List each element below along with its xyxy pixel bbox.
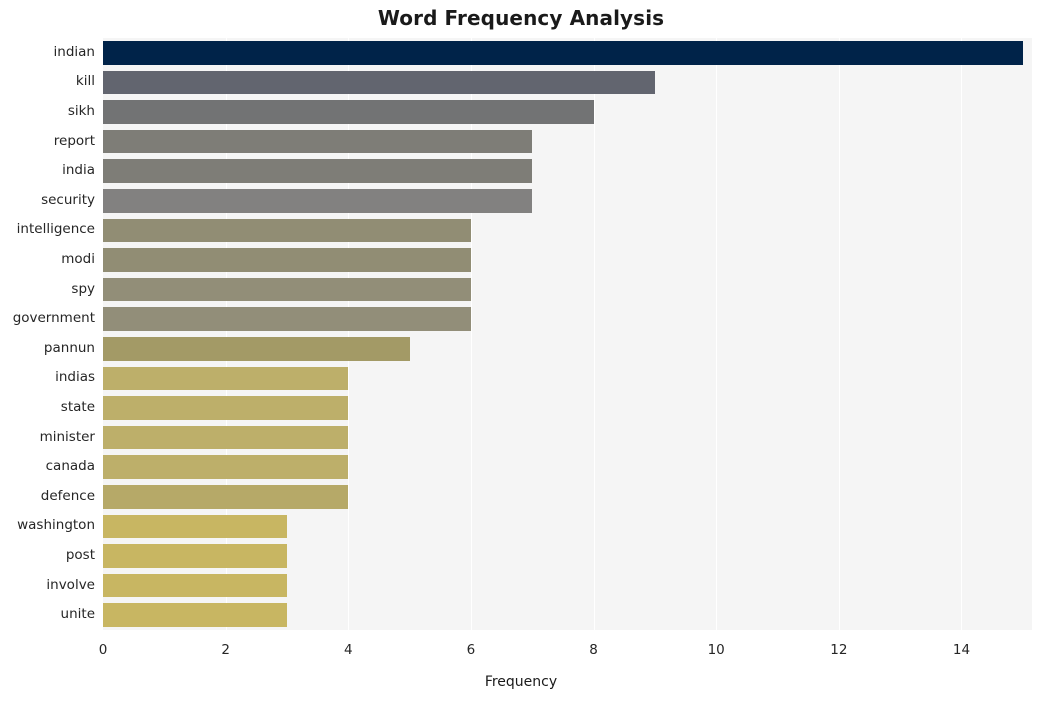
bar-row bbox=[103, 38, 1032, 68]
y-tick-label-indian: indian bbox=[53, 43, 95, 60]
bar-row bbox=[103, 186, 1032, 216]
y-tick-label-kill: kill bbox=[75, 73, 95, 90]
y-tick-label-post: post bbox=[65, 547, 95, 563]
bar-indias[interactable] bbox=[103, 366, 349, 391]
bar-row bbox=[103, 452, 1032, 482]
bar-india[interactable] bbox=[103, 159, 533, 183]
bar-sikh[interactable] bbox=[103, 100, 594, 124]
y-tick-label-unite: unite bbox=[60, 606, 95, 623]
bar-row bbox=[103, 216, 1032, 246]
bar-row bbox=[103, 97, 1032, 127]
y-tick-label-sikh: sikh bbox=[67, 103, 95, 119]
bar-row bbox=[103, 364, 1032, 394]
bar-row bbox=[103, 127, 1032, 157]
bar-spy[interactable] bbox=[103, 277, 471, 302]
bar-row bbox=[103, 571, 1032, 601]
y-tick-label-india: india bbox=[62, 162, 95, 179]
bar-involve[interactable] bbox=[103, 573, 287, 598]
bar-row bbox=[103, 482, 1032, 512]
bar-row bbox=[103, 512, 1032, 542]
y-tick-label-state: state bbox=[60, 399, 95, 415]
bar-state[interactable] bbox=[103, 396, 349, 420]
bar-modi[interactable] bbox=[103, 248, 471, 272]
bar-row bbox=[103, 275, 1032, 305]
bar-canada[interactable] bbox=[103, 455, 349, 479]
y-tick-label-intelligence: intelligence bbox=[16, 221, 95, 238]
x-tick-label-2: 2 bbox=[221, 642, 230, 658]
bar-defence[interactable] bbox=[103, 485, 349, 509]
x-tick-label-10: 10 bbox=[707, 642, 725, 658]
bar-government[interactable] bbox=[103, 307, 471, 331]
bar-row bbox=[103, 600, 1032, 630]
y-axis: indian kill sikh report india security intelli… bbox=[0, 38, 95, 630]
bar-row bbox=[103, 245, 1032, 275]
chart-title: Word Frequency Analysis bbox=[377, 6, 665, 30]
x-axis: 0 2 4 6 8 10 12 14 Frequency bbox=[0, 630, 1042, 701]
y-tick-label-spy: spy bbox=[71, 280, 95, 297]
y-tick-label-indias: indias bbox=[55, 369, 95, 386]
x-tick-label-12: 12 bbox=[830, 642, 848, 658]
bar-row bbox=[103, 68, 1032, 98]
y-tick-label-pannun: pannun bbox=[43, 339, 95, 356]
x-tick-label-14: 14 bbox=[952, 642, 971, 658]
bar-row bbox=[103, 393, 1032, 423]
y-tick-label-modi: modi bbox=[61, 251, 95, 267]
bar-kill[interactable] bbox=[103, 70, 655, 95]
bar-washington[interactable] bbox=[103, 514, 287, 539]
bar-report[interactable] bbox=[103, 129, 533, 154]
y-tick-label-report: report bbox=[53, 132, 95, 149]
bar-indian[interactable] bbox=[103, 41, 1023, 65]
bar-intelligence[interactable] bbox=[103, 218, 471, 243]
bar-post[interactable] bbox=[103, 544, 287, 568]
bar-pannun[interactable] bbox=[103, 337, 410, 361]
bar-security[interactable] bbox=[103, 189, 533, 213]
bar-row bbox=[103, 156, 1032, 186]
chart-figure: Word Frequency Analysis indian kill sikh re… bbox=[0, 0, 1042, 701]
bar-row bbox=[103, 423, 1032, 453]
bar-minister[interactable] bbox=[103, 425, 349, 450]
y-tick-label-washington: washington bbox=[17, 517, 95, 534]
bar-unite[interactable] bbox=[103, 603, 287, 627]
y-tick-label-security: security bbox=[41, 191, 95, 208]
y-tick-label-involve: involve bbox=[46, 576, 95, 593]
bar-row bbox=[103, 304, 1032, 334]
bar-row bbox=[103, 334, 1032, 364]
y-tick-label-minister: minister bbox=[39, 428, 95, 445]
y-tick-label-canada: canada bbox=[45, 458, 95, 475]
y-tick-label-defence: defence bbox=[40, 487, 95, 504]
x-tick-label-4: 4 bbox=[343, 642, 353, 658]
bar-row bbox=[103, 541, 1032, 571]
plot-area bbox=[103, 38, 1032, 630]
x-tick-label-0: 0 bbox=[98, 642, 108, 658]
y-tick-label-government: government bbox=[12, 310, 95, 327]
x-axis-title: Frequency bbox=[484, 674, 558, 690]
x-tick-label-8: 8 bbox=[589, 642, 598, 658]
x-tick-label-6: 6 bbox=[466, 642, 476, 658]
